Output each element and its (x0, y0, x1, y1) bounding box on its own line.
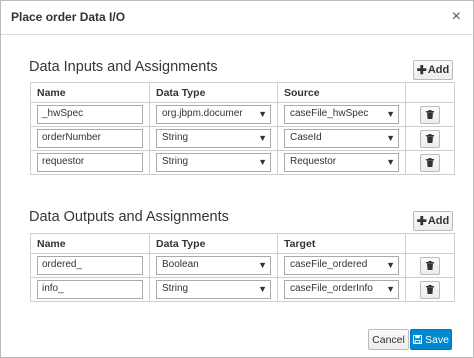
delete-row-button[interactable] (420, 153, 440, 172)
source-value: Requestor (290, 156, 337, 167)
plus-icon: ✚ (416, 63, 427, 77)
caret-down-icon: ▼ (386, 133, 395, 143)
caret-down-icon: ▼ (258, 109, 267, 119)
name-cell: requestor (30, 150, 150, 175)
name-input[interactable]: requestor (37, 153, 143, 172)
action-cell (405, 253, 455, 278)
column-header: Name (30, 82, 150, 103)
add-output-label: Add (427, 215, 450, 227)
type-cell: String ▼ (149, 150, 278, 175)
add-input-label: Add (427, 64, 450, 76)
inputs-header-row: Name Data Type Source (30, 82, 455, 103)
column-header: Data Type (149, 233, 278, 254)
caret-down-icon: ▼ (258, 157, 267, 167)
source-select[interactable]: Requestor ▼ (284, 153, 399, 172)
type-cell: org.jbpm.documer ▼ (149, 102, 278, 127)
source-select[interactable]: caseFile_ordered ▼ (284, 256, 399, 275)
name-input[interactable]: _hwSpec (37, 105, 143, 124)
action-cell (405, 277, 455, 302)
source-select[interactable]: caseFile_orderInfo ▼ (284, 280, 399, 299)
dialog-title: Place order Data I/O (11, 10, 126, 24)
data-type-value: Boolean (162, 259, 199, 270)
caret-down-icon: ▼ (386, 157, 395, 167)
type-cell: String ▼ (149, 277, 278, 302)
delete-row-button[interactable] (420, 256, 440, 275)
name-cell: orderNumber (30, 126, 150, 151)
inputs-heading: Data Inputs and Assignments (29, 59, 218, 75)
outputs-table: Name Data Type Target ordered_ Boolean ▼ ca… (30, 233, 455, 302)
source-cell: caseFile_ordered ▼ (277, 253, 406, 278)
action-cell (405, 102, 455, 127)
type-cell: Boolean ▼ (149, 253, 278, 278)
data-type-select[interactable]: Boolean ▼ (156, 256, 271, 275)
data-type-value: org.jbpm.documer (162, 108, 243, 119)
caret-down-icon: ▼ (258, 260, 267, 270)
trash-icon (426, 110, 434, 119)
delete-row-button[interactable] (420, 129, 440, 148)
trash-icon (426, 134, 434, 143)
table-row: orderNumber String ▼ CaseId ▼ (30, 126, 455, 151)
source-value: caseFile_ordered (290, 259, 368, 270)
source-value: caseFile_hwSpec (290, 108, 369, 119)
source-cell: caseFile_orderInfo ▼ (277, 277, 406, 302)
source-cell: Requestor ▼ (277, 150, 406, 175)
caret-down-icon: ▼ (258, 133, 267, 143)
trash-icon (426, 285, 434, 294)
name-input[interactable]: info_ (37, 280, 143, 299)
source-value: CaseId (290, 132, 322, 143)
name-cell: _hwSpec (30, 102, 150, 127)
trash-icon (426, 261, 434, 270)
data-io-dialog: Place order Data I/O × Data Inputs and A… (0, 0, 474, 358)
data-type-select[interactable]: org.jbpm.documer ▼ (156, 105, 271, 124)
source-cell: CaseId ▼ (277, 126, 406, 151)
cancel-button[interactable]: Cancel (368, 329, 409, 350)
save-label: Save (425, 333, 449, 346)
caret-down-icon: ▼ (258, 284, 267, 294)
trash-icon (426, 158, 434, 167)
data-type-value: String (162, 132, 189, 143)
add-input-button[interactable]: ✚ Add (413, 60, 453, 80)
column-header-empty (405, 82, 455, 103)
column-header: Target (277, 233, 406, 254)
table-row: requestor String ▼ Requestor ▼ (30, 150, 455, 175)
add-output-button[interactable]: ✚ Add (413, 211, 453, 231)
name-input[interactable]: ordered_ (37, 256, 143, 275)
name-cell: info_ (30, 277, 150, 302)
save-button[interactable]: Save (410, 329, 452, 350)
source-select[interactable]: CaseId ▼ (284, 129, 399, 148)
caret-down-icon: ▼ (386, 284, 395, 294)
caret-down-icon: ▼ (386, 109, 395, 119)
source-value: caseFile_orderInfo (290, 283, 373, 294)
plus-icon: ✚ (416, 214, 427, 228)
table-row: info_ String ▼ caseFile_orderInfo ▼ (30, 277, 455, 302)
action-cell (405, 126, 455, 151)
name-cell: ordered_ (30, 253, 150, 278)
data-type-select[interactable]: String ▼ (156, 153, 271, 172)
close-icon[interactable]: × (452, 9, 461, 25)
dialog-header: Place order Data I/O × (1, 1, 473, 35)
delete-row-button[interactable] (420, 280, 440, 299)
column-header: Data Type (149, 82, 278, 103)
floppy-disk-icon (413, 335, 423, 344)
caret-down-icon: ▼ (386, 260, 395, 270)
source-cell: caseFile_hwSpec ▼ (277, 102, 406, 127)
column-header: Name (30, 233, 150, 254)
action-cell (405, 150, 455, 175)
table-row: ordered_ Boolean ▼ caseFile_ordered ▼ (30, 253, 455, 278)
outputs-header-row: Name Data Type Target (30, 233, 455, 254)
data-type-value: String (162, 156, 189, 167)
inputs-table: Name Data Type Source _hwSpec org.jbpm.do… (30, 82, 455, 175)
source-select[interactable]: caseFile_hwSpec ▼ (284, 105, 399, 124)
column-header-empty (405, 233, 455, 254)
data-type-value: String (162, 283, 189, 294)
delete-row-button[interactable] (420, 105, 440, 124)
type-cell: String ▼ (149, 126, 278, 151)
data-type-select[interactable]: String ▼ (156, 129, 271, 148)
outputs-heading: Data Outputs and Assignments (29, 209, 229, 225)
column-header: Source (277, 82, 406, 103)
table-row: _hwSpec org.jbpm.documer ▼ caseFile_hwSpec ▼ (30, 102, 455, 127)
name-input[interactable]: orderNumber (37, 129, 143, 148)
data-type-select[interactable]: String ▼ (156, 280, 271, 299)
